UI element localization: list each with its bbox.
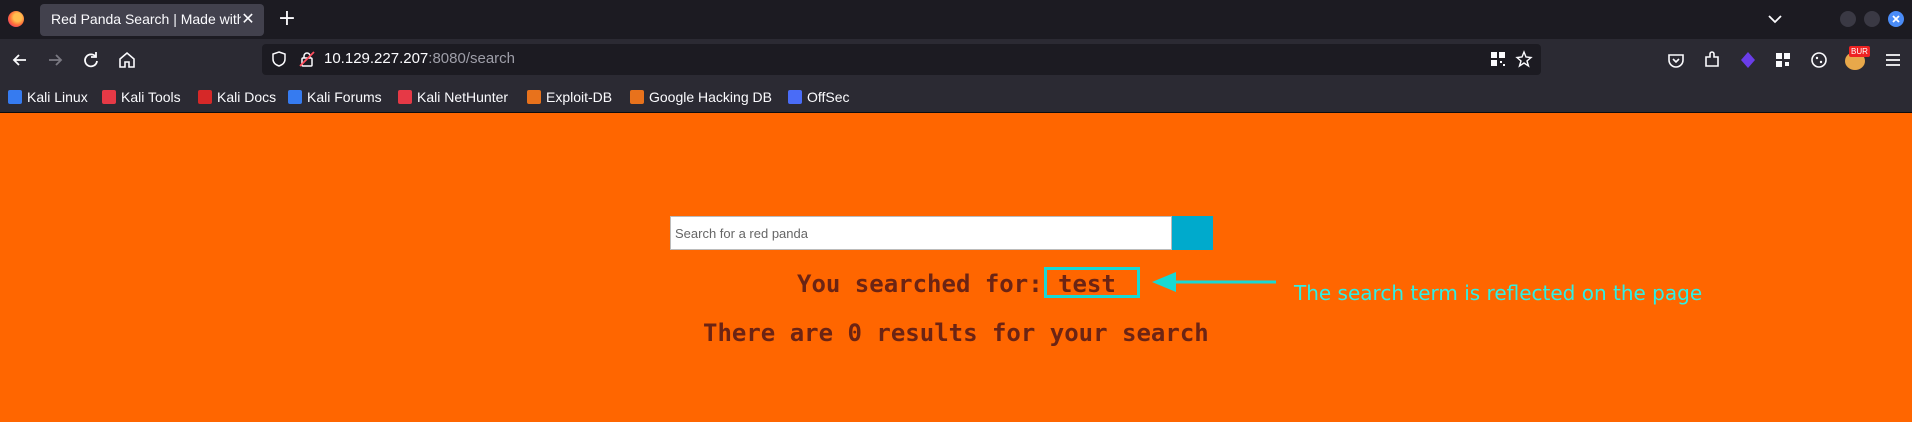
bookmark-kali-tools[interactable]: Kali Tools [102, 87, 181, 107]
back-arrow-icon[interactable] [9, 49, 31, 71]
annotation-text: The search term is reflected on the page [1294, 281, 1703, 305]
cookie-extension-icon[interactable] [1808, 49, 1830, 71]
bookmark-google-hacking-db[interactable]: Google Hacking DB [630, 87, 772, 107]
shield-icon[interactable] [270, 50, 288, 68]
url-host: 10.129.227.207 [324, 50, 429, 67]
kali-linux-icon [8, 90, 22, 104]
tab-active[interactable]: Red Panda Search | Made with Spring Boot… [40, 4, 264, 36]
search-button[interactable] [1172, 216, 1213, 250]
tab-title: Red Panda Search | Made with Spring Boot [51, 11, 241, 27]
tab-close-icon[interactable]: ✕ [240, 9, 256, 29]
offsec-icon [788, 90, 802, 104]
insecure-lock-icon[interactable] [298, 50, 316, 68]
exploit-db-icon [527, 90, 541, 104]
bookmark-offsec[interactable]: OffSec [788, 87, 850, 107]
forward-arrow-icon[interactable] [44, 49, 66, 71]
burp-extension-icon[interactable]: BUR [1845, 46, 1870, 72]
bookmark-exploit-db[interactable]: Exploit-DB [527, 87, 612, 107]
proxy-extension-icon[interactable] [1737, 49, 1759, 71]
kali-docs-icon [198, 90, 212, 104]
bookmark-star-icon[interactable] [1515, 50, 1533, 68]
bookmarks-toolbar: Kali Linux Kali Tools Kali Docs Kali For… [0, 81, 1912, 113]
bookmark-kali-nethunter[interactable]: Kali NetHunter [398, 87, 508, 107]
close-icon [1892, 15, 1900, 23]
close-window-button[interactable] [1888, 11, 1904, 27]
pocket-icon[interactable] [1665, 49, 1687, 71]
bookmark-kali-docs[interactable]: Kali Docs [198, 87, 276, 107]
reload-icon[interactable] [80, 49, 102, 71]
minimize-button[interactable] [1840, 11, 1856, 27]
google-hacking-db-icon [630, 90, 644, 104]
bookmark-kali-linux[interactable]: Kali Linux [8, 87, 88, 107]
bookmark-label: OffSec [807, 89, 850, 105]
kali-forums-icon [288, 90, 302, 104]
navigation-toolbar: 10.129.227.207:8080/search BUR [0, 39, 1912, 81]
bookmark-label: Exploit-DB [546, 89, 613, 105]
kali-nethunter-icon [398, 90, 412, 104]
kali-tools-icon [102, 90, 116, 104]
firefox-logo-icon[interactable] [8, 11, 24, 27]
url-bar[interactable]: 10.129.227.207:8080/search [262, 44, 1541, 75]
page-content: You searched for: test The search term i… [0, 113, 1912, 422]
list-all-tabs-icon[interactable] [1765, 9, 1785, 29]
extensions-puzzle-icon[interactable] [1701, 49, 1723, 71]
url-path: :8080/search [428, 50, 516, 67]
results-count-text: There are 0 results for your search [703, 319, 1209, 347]
browser-chrome: Red Panda Search | Made with Spring Boot… [0, 0, 1912, 113]
extension-badge: BUR [1849, 46, 1870, 57]
bookmark-label: Kali Tools [121, 89, 181, 105]
url-text[interactable]: 10.129.227.207:8080/search [324, 50, 515, 67]
new-tab-button[interactable]: + [276, 8, 298, 30]
bookmark-label: Kali NetHunter [417, 89, 509, 105]
searched-for-label: You searched for: [797, 270, 1043, 298]
bookmark-label: Kali Forums [307, 89, 382, 105]
home-icon[interactable] [116, 49, 138, 71]
bookmark-label: Google Hacking DB [649, 89, 772, 105]
searched-term: test [1058, 270, 1116, 298]
maximize-button[interactable] [1864, 11, 1880, 27]
bookmark-label: Kali Linux [27, 89, 88, 105]
hamburger-menu-icon[interactable] [1882, 49, 1904, 71]
tab-bar: Red Panda Search | Made with Spring Boot… [0, 0, 1912, 39]
grid-extension-icon[interactable] [1772, 49, 1794, 71]
qr-code-icon[interactable] [1490, 51, 1506, 67]
search-input[interactable] [670, 216, 1172, 250]
annotation-arrow-icon [1152, 272, 1276, 292]
bookmark-kali-forums[interactable]: Kali Forums [288, 87, 382, 107]
bookmark-label: Kali Docs [217, 89, 277, 105]
